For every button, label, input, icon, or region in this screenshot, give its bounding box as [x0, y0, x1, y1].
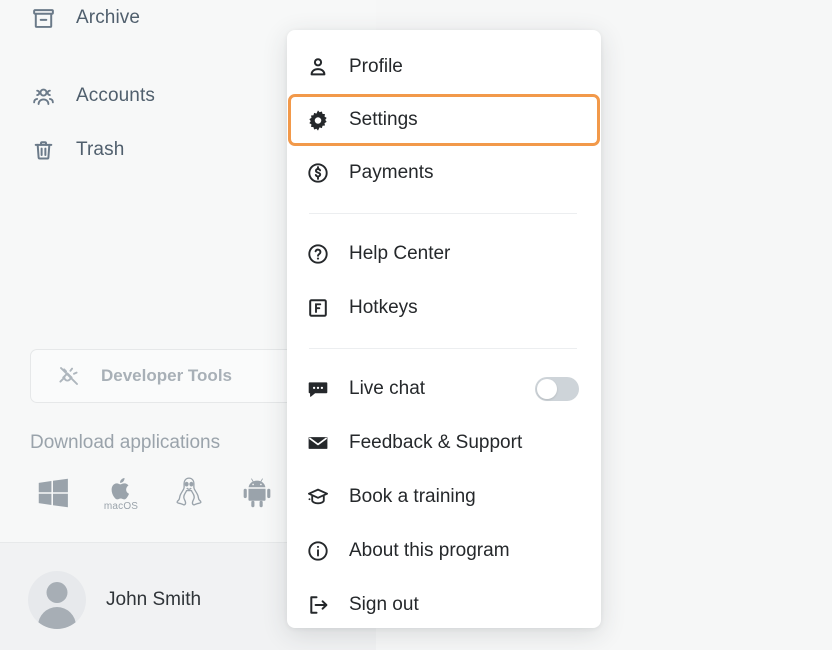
menu-item-book-a-training[interactable]: Book a training: [287, 470, 601, 524]
user-popup-menu: Profile Settings Payments Help Center Ho…: [287, 30, 601, 628]
question-circle-icon: [306, 242, 330, 266]
sidebar-item-trash[interactable]: Trash: [30, 130, 124, 170]
avatar: [28, 571, 86, 629]
sign-out-icon: [306, 593, 330, 617]
coin-dollar-icon: [306, 161, 330, 185]
graduation-cap-icon: [306, 485, 330, 509]
menu-item-help-center[interactable]: Help Center: [287, 227, 601, 281]
menu-item-label: Sign out: [349, 594, 419, 615]
sidebar-item-label: Accounts: [76, 85, 155, 106]
envelope-icon: [306, 431, 330, 455]
gear-icon: [306, 108, 330, 132]
chat-bubble-icon: [306, 377, 330, 401]
menu-item-label: Settings: [349, 109, 418, 130]
menu-item-feedback-support[interactable]: Feedback & Support: [287, 416, 601, 470]
menu-item-label: Live chat: [349, 378, 426, 399]
sidebar-item-label: Archive: [76, 7, 141, 28]
app-root: Archive Accounts Trash Developer Tools D…: [0, 0, 832, 650]
developer-tools-label: Developer Tools: [101, 366, 232, 385]
windows-icon[interactable]: [30, 470, 76, 516]
menu-item-live-chat[interactable]: Live chat: [287, 362, 601, 416]
sidebar-item-archive[interactable]: Archive: [30, 0, 140, 38]
toggle-knob: [537, 379, 557, 399]
menu-item-profile[interactable]: Profile: [287, 40, 601, 94]
menu-item-label: Help Center: [349, 243, 451, 264]
avatar-head: [46, 582, 68, 603]
function-key-icon: [306, 296, 330, 320]
info-circle-icon: [306, 539, 330, 563]
sidebar-item-label: Trash: [76, 139, 125, 160]
user-profile-row[interactable]: John Smith: [28, 571, 201, 629]
download-applications-title: Download applications: [30, 432, 221, 453]
menu-item-payments[interactable]: Payments: [287, 146, 601, 200]
macos-icon[interactable]: macOS: [98, 470, 144, 516]
menu-item-label: Book a training: [349, 486, 476, 507]
menu-item-label: Feedback & Support: [349, 432, 523, 453]
live-chat-toggle[interactable]: [535, 377, 579, 401]
disconnected-plug-icon: [57, 364, 81, 388]
trash-icon: [30, 137, 56, 163]
linux-icon[interactable]: [166, 470, 212, 516]
menu-item-label: Profile: [349, 56, 403, 77]
macos-label: macOS: [103, 501, 139, 512]
menu-item-settings[interactable]: Settings: [288, 94, 600, 146]
user-name: John Smith: [106, 589, 202, 610]
menu-divider: [309, 348, 577, 349]
menu-item-label: Hotkeys: [349, 297, 418, 318]
archive-icon: [30, 5, 56, 31]
menu-item-label: About this program: [349, 540, 510, 561]
avatar-body: [38, 607, 76, 629]
user-icon: [306, 55, 330, 79]
developer-tools-button[interactable]: Developer Tools: [30, 349, 330, 403]
accounts-icon: [30, 83, 56, 109]
menu-divider: [309, 213, 577, 214]
sidebar-item-accounts[interactable]: Accounts: [30, 76, 155, 116]
menu-item-about-this-program[interactable]: About this program: [287, 524, 601, 578]
menu-item-label: Payments: [349, 162, 434, 183]
menu-item-sign-out[interactable]: Sign out: [287, 578, 601, 628]
menu-item-hotkeys[interactable]: Hotkeys: [287, 281, 601, 335]
android-icon[interactable]: [234, 470, 280, 516]
